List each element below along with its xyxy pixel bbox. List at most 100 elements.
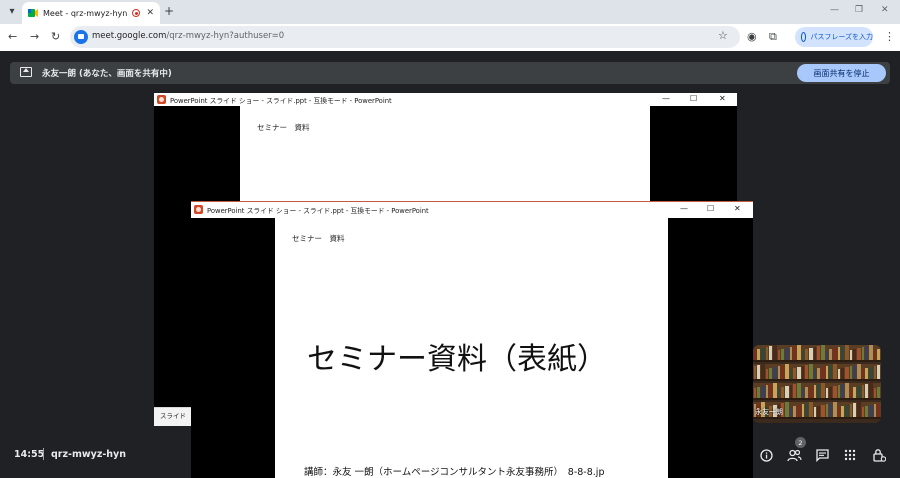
participant-name: 永友一朗	[755, 408, 783, 416]
ppt-minimize-icon: —	[662, 94, 670, 103]
book-spine	[757, 349, 760, 360]
book-spine	[877, 365, 880, 379]
book-spine	[845, 345, 849, 360]
people-icon[interactable]	[786, 447, 802, 463]
location-icon[interactable]: ◉	[747, 30, 757, 43]
book-spine	[757, 365, 760, 379]
book-spine	[862, 347, 864, 360]
book-spine	[829, 349, 832, 360]
book-spine	[761, 348, 765, 360]
window-close-icon[interactable]: ✕	[881, 5, 889, 15]
book-spine	[805, 349, 808, 360]
ppt-close-icon: ✕	[734, 204, 741, 213]
book-spine	[802, 366, 804, 379]
book-spine	[877, 403, 880, 417]
book-spine	[778, 350, 780, 360]
book-spine	[814, 407, 816, 417]
book-spine	[862, 369, 864, 379]
book-spine	[841, 384, 844, 398]
address-bar[interactable]: meet.google.com/qrz-mwyz-hyn?authuser=0 …	[70, 26, 740, 48]
slide-canvas: セミナー 資料 セミナー資料（表紙） 講師：永友 一朗（ホームページコンサルタン…	[275, 218, 668, 478]
host-controls-lock-icon[interactable]	[871, 447, 887, 463]
slide-subtitle: セミナー 資料	[257, 123, 310, 132]
book-spine	[785, 386, 789, 398]
book-spine	[754, 388, 756, 398]
book-spine	[826, 366, 828, 379]
book-spine	[790, 407, 792, 417]
book-spine	[853, 365, 856, 379]
new-tab-icon[interactable]: +	[164, 4, 174, 18]
book-spine	[821, 345, 825, 360]
slide-subtitle: セミナー 資料	[292, 234, 345, 243]
bookmark-star-icon[interactable]: ☆	[718, 29, 728, 42]
book-spine	[817, 346, 820, 360]
book-spine	[845, 405, 849, 417]
shared-ppt-window-front: PowerPoint スライド ショー - スライド.ppt - 互換モード -…	[191, 201, 753, 478]
slide-stage: セミナー 資料 セミナー資料（表紙） 講師：永友 一朗（ホームページコンサルタン…	[191, 218, 753, 478]
book-spine	[797, 345, 801, 360]
book-spine	[826, 404, 828, 417]
book-spine	[817, 406, 820, 417]
browser-menu-icon[interactable]: ⋮	[884, 30, 895, 43]
book-spine	[817, 368, 820, 379]
book-spine	[773, 345, 777, 360]
book-spine	[838, 369, 840, 379]
book-spine	[785, 348, 789, 360]
tab-close-icon[interactable]: ✕	[146, 8, 154, 18]
book-spine	[814, 347, 816, 360]
book-spine	[874, 388, 876, 398]
restore-icon[interactable]: ❐	[855, 5, 863, 15]
book-spine	[833, 386, 837, 398]
book-spine	[809, 364, 813, 379]
bookshelf-row	[753, 383, 881, 400]
book-spine	[766, 385, 768, 398]
tab-title: Meet - qrz-mwyz-hyn	[43, 8, 128, 18]
activities-grid-icon[interactable]	[842, 447, 858, 463]
ppt-titlebar: PowerPoint スライド ショー - スライド.ppt - 互換モード -…	[191, 202, 753, 218]
forward-arrow-icon[interactable]: →	[30, 30, 39, 43]
meeting-clock: 14:55	[14, 449, 45, 460]
book-spine	[814, 385, 816, 398]
book-spine	[797, 383, 801, 398]
book-spine	[790, 385, 792, 398]
book-spine	[833, 348, 837, 360]
participant-video-tile[interactable]: 永友一朗	[753, 345, 881, 423]
book-spine	[838, 385, 840, 398]
book-spine	[778, 388, 780, 398]
book-spine	[865, 384, 868, 398]
book-spine	[805, 403, 808, 417]
tab-search-chevron-icon[interactable]: ▾	[4, 3, 20, 19]
book-spine	[821, 383, 825, 398]
meeting-details-info-icon[interactable]	[758, 447, 774, 463]
minimize-icon[interactable]: —	[830, 5, 839, 15]
reload-icon[interactable]: ↻	[51, 30, 60, 43]
chat-icon[interactable]	[814, 447, 830, 463]
book-spine	[865, 406, 868, 417]
stop-sharing-button[interactable]: 画面共有を停止	[797, 64, 886, 82]
book-spine	[817, 384, 820, 398]
book-spine	[869, 383, 873, 398]
book-spine	[781, 349, 784, 360]
book-spine	[769, 346, 772, 360]
passphrase-button[interactable]: パスフレーズを入力	[795, 27, 873, 47]
book-spine	[877, 349, 880, 360]
tab-strip: ▾ Meet - qrz-mwyz-hyn ✕ + — ❐ ✕	[0, 0, 900, 24]
powerpoint-logo-icon	[157, 95, 166, 104]
book-spine	[761, 386, 765, 398]
book-spine	[829, 387, 832, 398]
book-spine	[874, 404, 876, 417]
ppt-maximize-icon: ☐	[690, 94, 698, 103]
back-arrow-icon[interactable]: ←	[8, 30, 17, 43]
divider	[43, 448, 44, 460]
book-spine	[874, 366, 876, 379]
book-spine	[793, 384, 796, 398]
book-spine	[877, 387, 880, 398]
book-spine	[781, 387, 784, 398]
book-spine	[841, 346, 844, 360]
meet-favicon-icon	[28, 9, 38, 17]
tab-meet[interactable]: Meet - qrz-mwyz-hyn ✕	[22, 2, 160, 24]
book-spine	[769, 368, 772, 379]
extensions-puzzle-icon[interactable]: ⧉	[769, 30, 777, 44]
book-spine	[838, 407, 840, 417]
site-info-icon[interactable]	[74, 30, 88, 44]
